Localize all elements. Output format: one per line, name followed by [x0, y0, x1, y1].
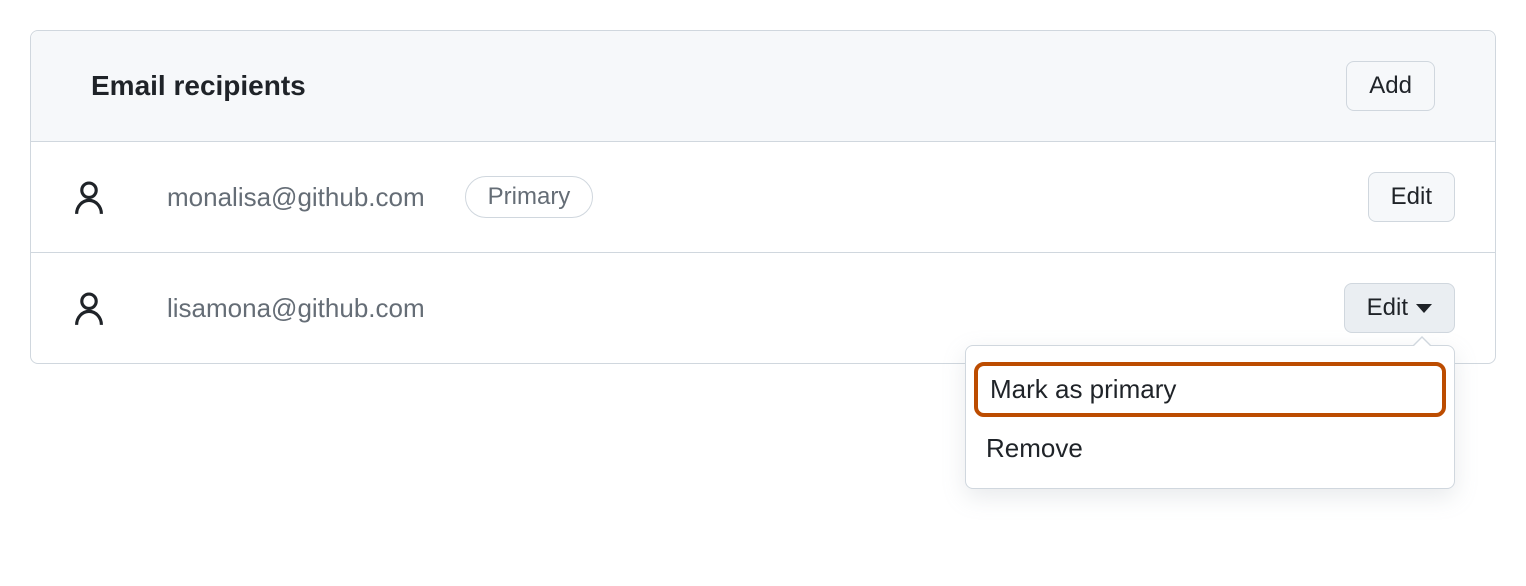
caret-down-icon: [1416, 304, 1432, 313]
panel-header: Email recipients Add: [31, 31, 1495, 142]
edit-button-label: Edit: [1367, 294, 1408, 322]
person-icon: [71, 290, 107, 326]
recipient-row: monalisa@github.com Primary Edit: [31, 142, 1495, 253]
edit-dropdown-button[interactable]: Edit: [1344, 283, 1455, 333]
panel-title: Email recipients: [91, 70, 306, 102]
edit-dropdown-menu: Mark as primary Remove: [965, 345, 1455, 489]
menu-item-mark-primary[interactable]: Mark as primary: [974, 362, 1446, 417]
person-icon: [71, 179, 107, 215]
recipient-email: lisamona@github.com: [167, 293, 425, 324]
edit-button[interactable]: Edit: [1368, 172, 1455, 222]
add-button[interactable]: Add: [1346, 61, 1435, 111]
edit-button-label: Edit: [1391, 183, 1432, 211]
menu-item-remove[interactable]: Remove: [966, 421, 1454, 476]
recipient-email: monalisa@github.com: [167, 182, 425, 213]
edit-dropdown-wrapper: Edit Mark as primary Remove: [1344, 283, 1455, 333]
recipient-row: lisamona@github.com Edit Mark as primary…: [31, 253, 1495, 363]
email-recipients-panel: Email recipients Add monalisa@github.com…: [30, 30, 1496, 364]
add-button-label: Add: [1369, 72, 1412, 100]
primary-badge: Primary: [465, 176, 594, 218]
